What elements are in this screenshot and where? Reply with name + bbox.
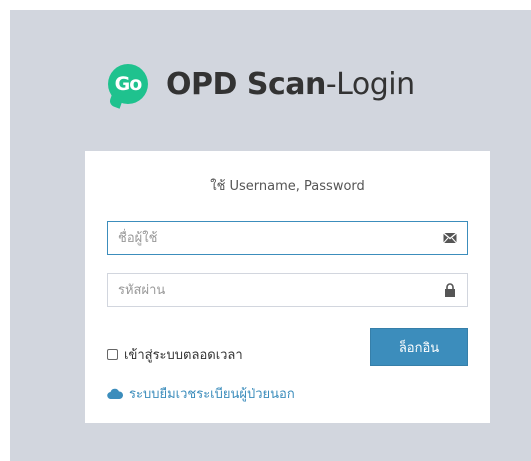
page-title-bold: OPD Scan <box>166 66 326 102</box>
page-title: OPD Scan-Login <box>166 67 415 102</box>
logo-badge-text: Go <box>114 73 143 95</box>
app-logo: Go OPD Scan-Login <box>108 60 415 108</box>
remember-me[interactable]: เข้าสู่ระบบตลอดเวลา <box>107 344 243 365</box>
login-message: ใช้ Username, Password <box>210 179 365 194</box>
borrow-records-link[interactable]: ระบบยืมเวชระเบียนผู้ป่วยนอก <box>107 383 295 404</box>
borrow-records-label: ระบบยืมเวชระเบียนผู้ป่วยนอก <box>129 387 295 402</box>
username-field <box>107 221 468 255</box>
page-title-light: -Login <box>325 66 415 102</box>
lock-icon <box>445 283 455 297</box>
login-page-background: Go OPD Scan-Login ใช้ Username, Password… <box>10 10 531 461</box>
go-logo-icon: Go <box>108 64 148 104</box>
cloud-icon <box>107 388 123 399</box>
login-box: ใช้ Username, Password เข้าสู่ระบบตลอดเว… <box>85 151 490 423</box>
password-input[interactable] <box>108 274 428 306</box>
password-field <box>107 273 468 307</box>
remember-checkbox[interactable] <box>107 349 118 360</box>
login-button[interactable]: ล็อกอิน <box>370 328 468 366</box>
username-input[interactable] <box>108 222 428 254</box>
remember-label: เข้าสู่ระบบตลอดเวลา <box>124 348 243 363</box>
envelope-icon <box>443 232 457 244</box>
